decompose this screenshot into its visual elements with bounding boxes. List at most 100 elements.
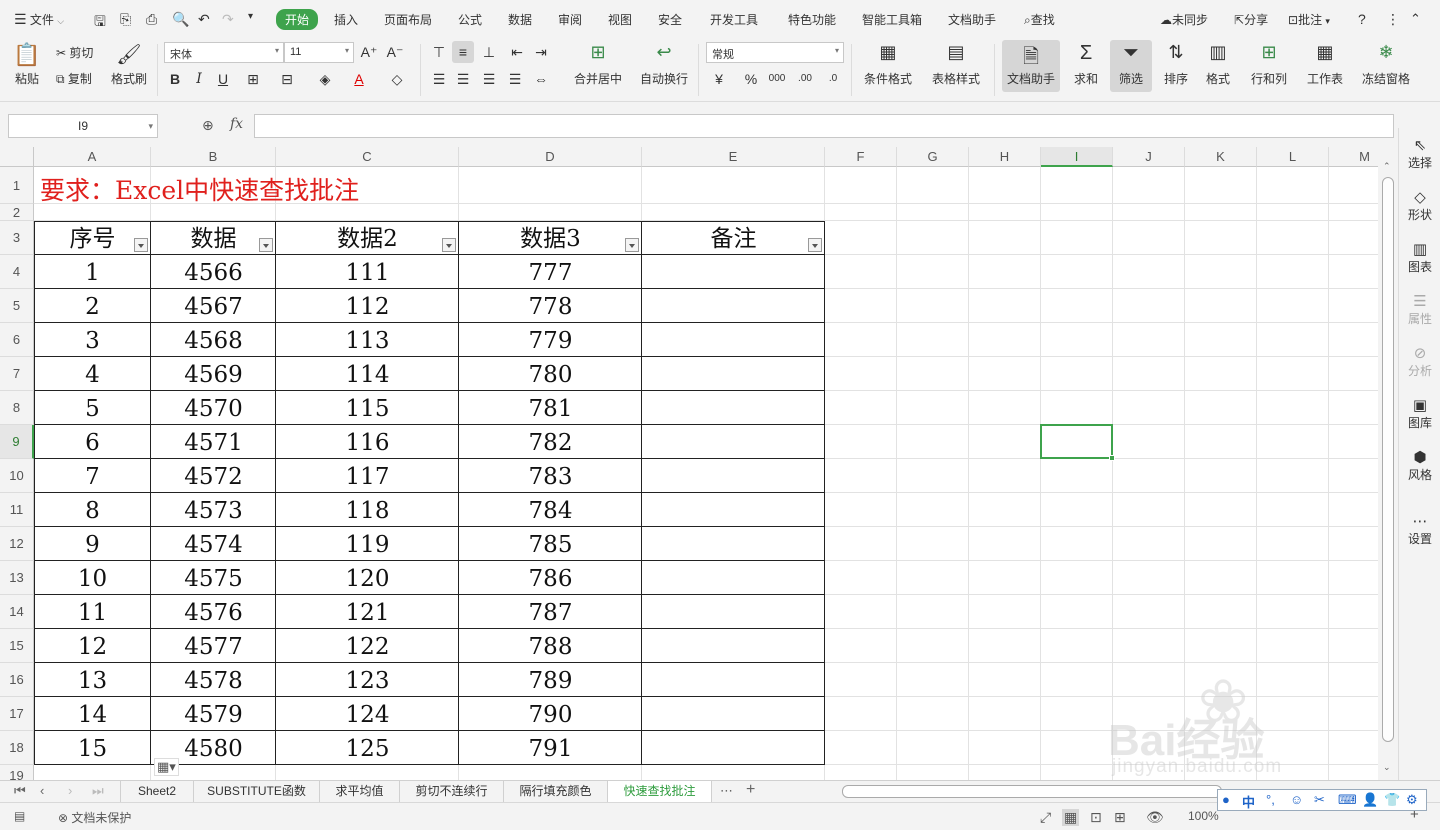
more-sheets-icon[interactable]: ⋯ bbox=[720, 783, 733, 799]
fill-handle[interactable] bbox=[1109, 455, 1115, 461]
undo-icon[interactable]: ↶ bbox=[198, 11, 210, 28]
sum-button[interactable]: Σ 求和 bbox=[1068, 42, 1104, 87]
tab-security[interactable]: 安全 bbox=[658, 11, 682, 28]
column-header-m[interactable]: M bbox=[1329, 147, 1378, 167]
formula-input[interactable] bbox=[254, 114, 1394, 138]
first-sheet-icon[interactable]: ⏮ bbox=[14, 783, 26, 799]
row-header-18[interactable]: 18 bbox=[0, 731, 34, 765]
help-icon[interactable]: ? bbox=[1358, 11, 1366, 27]
scroll-up-icon[interactable]: ⌃ bbox=[1383, 161, 1391, 172]
currency-icon[interactable]: ¥ bbox=[708, 68, 730, 90]
table-cell[interactable]: 785 bbox=[459, 527, 642, 561]
table-cell[interactable]: 4566 bbox=[151, 255, 276, 289]
filter-dropdown-icon[interactable] bbox=[625, 238, 639, 252]
format-button[interactable]: ▥ 格式 bbox=[1200, 42, 1236, 87]
table-cell[interactable]: 790 bbox=[459, 697, 642, 731]
table-cell[interactable]: 782 bbox=[459, 425, 642, 459]
row-header-6[interactable]: 6 bbox=[0, 323, 34, 357]
table-cell[interactable]: 783 bbox=[459, 459, 642, 493]
filter-dropdown-icon[interactable] bbox=[259, 238, 273, 252]
table-cell[interactable]: 118 bbox=[276, 493, 459, 527]
table-cell[interactable]: 120 bbox=[276, 561, 459, 595]
table-cell[interactable] bbox=[642, 493, 825, 527]
tab-developer[interactable]: 开发工具 bbox=[710, 11, 758, 28]
italic-icon[interactable]: I bbox=[188, 68, 210, 90]
decrease-decimal-icon[interactable]: .0 bbox=[822, 68, 844, 90]
row-header-12[interactable]: 12 bbox=[0, 527, 34, 561]
ime-keyboard-icon[interactable]: ⌨ bbox=[1338, 792, 1357, 808]
column-header-k[interactable]: K bbox=[1185, 147, 1257, 167]
table-cell[interactable]: 11 bbox=[34, 595, 151, 629]
table-cell[interactable]: 778 bbox=[459, 289, 642, 323]
table-cell[interactable]: 117 bbox=[276, 459, 459, 493]
table-header-cell[interactable]: 数据2 bbox=[276, 221, 459, 255]
side-properties-button[interactable]: ☰ 属性 bbox=[1399, 292, 1440, 327]
table-cell[interactable] bbox=[642, 595, 825, 629]
page-break-view-icon[interactable]: ⊡ bbox=[1090, 809, 1102, 826]
font-size-select[interactable]: 11 ▾ bbox=[284, 42, 354, 63]
ime-settings-icon[interactable]: ⚙ bbox=[1406, 792, 1418, 808]
tab-formulas[interactable]: 公式 bbox=[458, 11, 482, 28]
bold-icon[interactable]: B bbox=[164, 68, 186, 90]
tab-data[interactable]: 数据 bbox=[508, 11, 532, 28]
distributed-icon[interactable]: ⇔ bbox=[530, 68, 552, 90]
paste-options-icon[interactable]: ▦▾ bbox=[154, 758, 179, 776]
table-cell[interactable]: 112 bbox=[276, 289, 459, 323]
table-cell[interactable] bbox=[642, 289, 825, 323]
side-analysis-button[interactable]: ⊘ 分析 bbox=[1399, 344, 1440, 379]
share-button[interactable]: ⇱分享 bbox=[1234, 11, 1268, 28]
table-header-cell[interactable]: 数据3 bbox=[459, 221, 642, 255]
save-icon[interactable]: 🖫 bbox=[94, 11, 106, 35]
row-header-7[interactable]: 7 bbox=[0, 357, 34, 391]
table-cell[interactable]: 5 bbox=[34, 391, 151, 425]
ime-toolbar[interactable]: ● 中 °, ☺ ✂ ⌨ 👤 👕 ⚙ bbox=[1217, 789, 1427, 811]
table-cell[interactable]: 4570 bbox=[151, 391, 276, 425]
fullscreen-icon[interactable]: ⤢ bbox=[1040, 809, 1051, 826]
column-header-c[interactable]: C bbox=[276, 147, 459, 167]
column-header-d[interactable]: D bbox=[459, 147, 642, 167]
sheet-tab-cut-rows[interactable]: 剪切不连续行 bbox=[400, 781, 504, 803]
tab-home[interactable]: 开始 bbox=[276, 9, 319, 30]
ime-punctuation-icon[interactable]: °, bbox=[1266, 792, 1275, 807]
table-cell[interactable]: 4572 bbox=[151, 459, 276, 493]
zoom-level[interactable]: 100% bbox=[1188, 809, 1219, 823]
table-cell[interactable]: 116 bbox=[276, 425, 459, 459]
table-cell[interactable]: 4579 bbox=[151, 697, 276, 731]
column-header-g[interactable]: G bbox=[897, 147, 969, 167]
protect-status[interactable]: ⊗ 文档未保护 bbox=[58, 809, 131, 826]
border-icon[interactable]: ⊞ bbox=[242, 68, 264, 90]
table-header-cell[interactable]: 数据 bbox=[151, 221, 276, 255]
table-cell[interactable]: 4575 bbox=[151, 561, 276, 595]
row-header-15[interactable]: 15 bbox=[0, 629, 34, 663]
increase-indent-icon[interactable]: ⇥ bbox=[530, 41, 552, 63]
table-cell[interactable]: 111 bbox=[276, 255, 459, 289]
side-chart-button[interactable]: ▥ 图表 bbox=[1399, 240, 1440, 275]
table-cell[interactable] bbox=[642, 731, 825, 765]
horizontal-scroll-thumb[interactable] bbox=[842, 785, 1222, 798]
table-style-button[interactable]: ▤ 表格样式 bbox=[926, 42, 986, 87]
freeze-panes-button[interactable]: ❄ 冻结窗格 bbox=[1356, 42, 1416, 87]
table-cell[interactable]: 4569 bbox=[151, 357, 276, 391]
paste-button[interactable]: 📋 粘贴 bbox=[10, 42, 44, 87]
row-header-17[interactable]: 17 bbox=[0, 697, 34, 731]
table-cell[interactable]: 124 bbox=[276, 697, 459, 731]
table-cell[interactable]: 123 bbox=[276, 663, 459, 697]
font-color-icon[interactable]: A bbox=[348, 68, 370, 90]
table-cell[interactable]: 4567 bbox=[151, 289, 276, 323]
cut-button[interactable]: ✂ 剪切 bbox=[56, 44, 93, 61]
row-header-4[interactable]: 4 bbox=[0, 255, 34, 289]
add-sheet-icon[interactable]: + bbox=[746, 781, 755, 799]
table-cell[interactable]: 4571 bbox=[151, 425, 276, 459]
wrap-text-button[interactable]: ↩ 自动换行 bbox=[638, 42, 690, 87]
table-cell[interactable]: 4 bbox=[34, 357, 151, 391]
ime-logo-icon[interactable]: ● bbox=[1222, 792, 1230, 807]
table-cell[interactable]: 4576 bbox=[151, 595, 276, 629]
table-cell[interactable]: 121 bbox=[276, 595, 459, 629]
thousands-icon[interactable]: 000 bbox=[766, 68, 788, 90]
prev-sheet-icon[interactable]: ‹ bbox=[40, 783, 44, 798]
side-select-button[interactable]: ⇖ 选择 bbox=[1399, 136, 1440, 171]
last-sheet-icon[interactable]: ⏭ bbox=[92, 783, 104, 799]
table-cell[interactable]: 788 bbox=[459, 629, 642, 663]
table-cell[interactable]: 784 bbox=[459, 493, 642, 527]
table-cell[interactable]: 8 bbox=[34, 493, 151, 527]
